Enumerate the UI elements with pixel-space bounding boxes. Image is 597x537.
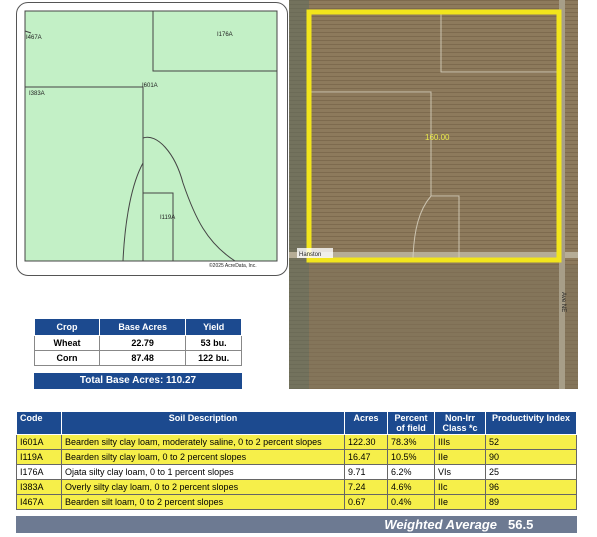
soil-cell-class: IIe xyxy=(434,494,486,510)
soil-cell-productivity: 96 xyxy=(485,479,577,495)
soil-cell-percent: 6.2% xyxy=(387,464,435,480)
soil-header-code: Code xyxy=(16,411,62,435)
soil-row-i176a: I176A Ojata silty clay loam, 0 to 1 perce… xyxy=(16,464,577,480)
soil-header-productivity: Productivity Index xyxy=(485,411,577,435)
soil-map-drawing: I467A I176A I383A I601A I119A ©2025 Acre… xyxy=(24,10,278,269)
crop-header-crop: Crop xyxy=(34,318,100,336)
soil-cell-acres: 122.30 xyxy=(344,434,388,450)
soil-cell-code: I176A xyxy=(16,464,62,480)
soil-label-i119a: I119A xyxy=(160,215,175,221)
soil-cell-productivity: 52 xyxy=(485,434,577,450)
soil-header-class: Non-Irr Class *c xyxy=(434,411,486,435)
soil-row-i119a: I119A Bearden silty clay loam, 0 to 2 per… xyxy=(16,449,577,465)
soil-label-i176a: I176A xyxy=(217,32,233,38)
soil-cell-code: I467A xyxy=(16,494,62,510)
crop-base-acres: 22.79 xyxy=(98,335,187,351)
aerial-image: 160.00 Hanston Ave NE xyxy=(289,0,578,389)
crop-table-header-row: Crop Base Acres Yield xyxy=(34,318,242,336)
crop-yield: 53 bu. xyxy=(185,335,242,351)
soil-cell-percent: 78.3% xyxy=(387,434,435,450)
crop-header-base-acres: Base Acres xyxy=(98,318,187,336)
soil-cell-code: I119A xyxy=(16,449,62,465)
soil-cell-acres: 9.71 xyxy=(344,464,388,480)
aerial-drawing: 160.00 Hanston Ave NE xyxy=(289,0,578,389)
soil-cell-productivity: 89 xyxy=(485,494,577,510)
soil-cell-description: Bearden silt loam, 0 to 2 percent slopes xyxy=(61,494,345,510)
weighted-average-label: Weighted Average xyxy=(384,517,497,532)
soil-label-i601a: I601A xyxy=(142,83,158,89)
soil-cell-description: Bearden silty clay loam, 0 to 2 percent … xyxy=(61,449,345,465)
road-label-ave-ne: Ave NE xyxy=(560,292,566,312)
soil-label-i383a: I383A xyxy=(29,91,45,97)
soil-cell-percent: 10.5% xyxy=(387,449,435,465)
soil-header-percent: Percent of field xyxy=(387,411,435,435)
soil-cell-description: Bearden silty clay loam, moderately sali… xyxy=(61,434,345,450)
road-label-hanston: Hanston xyxy=(299,252,321,258)
soil-cell-code: I601A xyxy=(16,434,62,450)
soil-label-i467a: I467A xyxy=(26,35,42,41)
soil-cell-acres: 7.24 xyxy=(344,479,388,495)
soil-cell-class: IIe xyxy=(434,449,486,465)
crop-row: Wheat 22.79 53 bu. xyxy=(34,335,242,351)
crop-name: Corn xyxy=(34,350,100,366)
soil-map-field xyxy=(24,10,278,262)
crop-name: Wheat xyxy=(34,335,100,351)
aerial-left-strip xyxy=(289,0,309,389)
soil-cell-percent: 4.6% xyxy=(387,479,435,495)
aerial-south-field xyxy=(309,265,578,389)
soil-cell-class: IIIs xyxy=(434,434,486,450)
aerial-acres-label: 160.00 xyxy=(425,133,450,142)
crop-row: Corn 87.48 122 bu. xyxy=(34,350,242,366)
soil-cell-acres: 16.47 xyxy=(344,449,388,465)
soil-cell-productivity: 90 xyxy=(485,449,577,465)
weighted-average-value: 56.5 xyxy=(508,517,534,532)
soil-table-header-row: Code Soil Description Acres Percent of f… xyxy=(16,411,577,435)
soil-header-acres: Acres xyxy=(344,411,388,435)
soil-row-i601a: I601A Bearden silty clay loam, moderately… xyxy=(16,434,577,450)
crop-base-acres: 87.48 xyxy=(98,350,187,366)
soil-cell-description: Ojata silty clay loam, 0 to 1 percent sl… xyxy=(61,464,345,480)
soil-cell-class: IIc xyxy=(434,479,486,495)
crop-yield: 122 bu. xyxy=(185,350,242,366)
weighted-average-row: Weighted Average 56.5 xyxy=(16,516,577,533)
soil-cell-acres: 0.67 xyxy=(344,494,388,510)
soil-cell-code: I383A xyxy=(16,479,62,495)
soil-cell-description: Overly silty clay loam, 0 to 2 percent s… xyxy=(61,479,345,495)
crop-header-yield: Yield xyxy=(185,318,242,336)
soil-cell-percent: 0.4% xyxy=(387,494,435,510)
soil-row-i467a: I467A Bearden silt loam, 0 to 2 percent s… xyxy=(16,494,577,510)
soil-row-i383a: I383A Overly silty clay loam, 0 to 2 perc… xyxy=(16,479,577,495)
soil-header-description: Soil Description xyxy=(61,411,345,435)
soil-table: Code Soil Description Acres Percent of f… xyxy=(16,411,577,510)
soil-cell-productivity: 25 xyxy=(485,464,577,480)
crop-table: Crop Base Acres Yield Wheat 22.79 53 bu.… xyxy=(34,318,242,366)
map-copyright: ©2025 AcreData, Inc. xyxy=(209,262,257,269)
crop-total-base-acres: Total Base Acres: 110.27 xyxy=(34,373,242,389)
soil-map: I467A I176A I383A I601A I119A ©2025 Acre… xyxy=(16,2,288,276)
soil-cell-class: VIs xyxy=(434,464,486,480)
